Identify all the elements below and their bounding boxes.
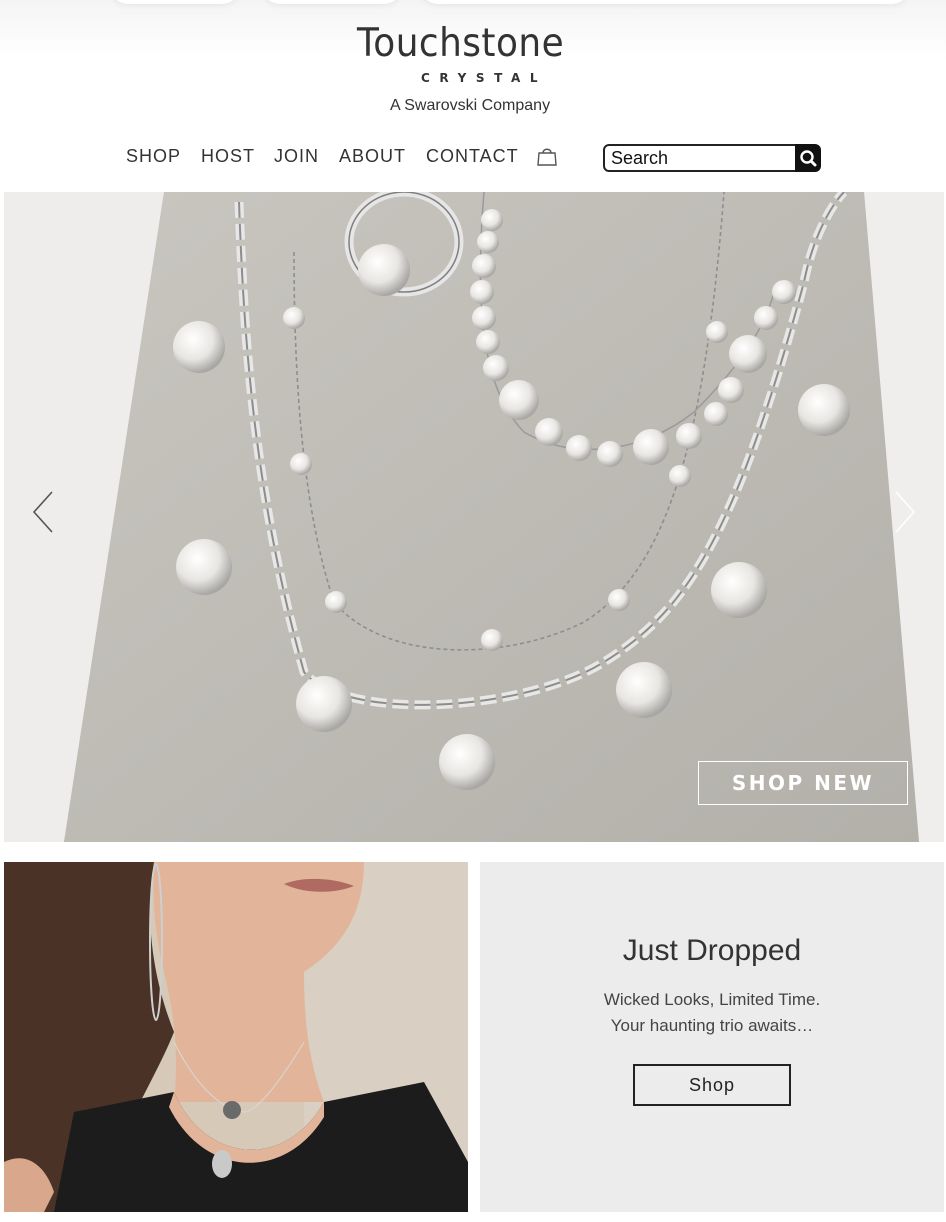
nav-item-contact[interactable]: CONTACT — [426, 146, 519, 167]
top-tab-shape — [262, 0, 402, 4]
top-tab-shape — [110, 0, 240, 4]
search-box — [603, 144, 797, 172]
brand-tagline: A Swarovski Company — [390, 97, 551, 114]
hero-jewelry-image — [4, 192, 944, 842]
promo-line-1: Wicked Looks, Limited Time. — [603, 990, 821, 1009]
hero-banner: SHOP NEW — [4, 192, 944, 842]
promo-shop-button[interactable]: Shop — [633, 1064, 791, 1106]
site-header: Touchstone CRYSTAL A Swarovski Company S… — [0, 0, 946, 192]
promo-panel: Just Dropped Wicked Looks, Limited Time.… — [480, 862, 944, 1212]
promo-model-image — [4, 862, 468, 1212]
search-bar — [603, 144, 821, 172]
nav-item-join[interactable]: JOIN — [274, 146, 319, 167]
chevron-right-icon[interactable] — [892, 488, 918, 536]
search-button[interactable] — [795, 144, 821, 172]
chevron-left-icon[interactable] — [30, 488, 56, 536]
nav-item-shop[interactable]: SHOP — [126, 146, 181, 167]
nav-item-host[interactable]: HOST — [201, 146, 255, 167]
search-input[interactable] — [611, 147, 791, 169]
model-necklace-photo — [4, 862, 468, 1212]
nav-item-about[interactable]: ABOUT — [339, 146, 406, 167]
promo-line-2: Your haunting trio awaits… — [610, 1016, 814, 1035]
brand-name: Touchstone — [357, 21, 565, 66]
shop-new-button[interactable]: SHOP NEW — [698, 761, 908, 805]
brand-subname: CRYSTAL — [421, 71, 548, 85]
top-tab-shape — [420, 0, 910, 4]
search-icon — [800, 150, 817, 167]
promo-title: Just Dropped — [622, 934, 802, 967]
shopping-bag-icon[interactable] — [536, 145, 558, 167]
